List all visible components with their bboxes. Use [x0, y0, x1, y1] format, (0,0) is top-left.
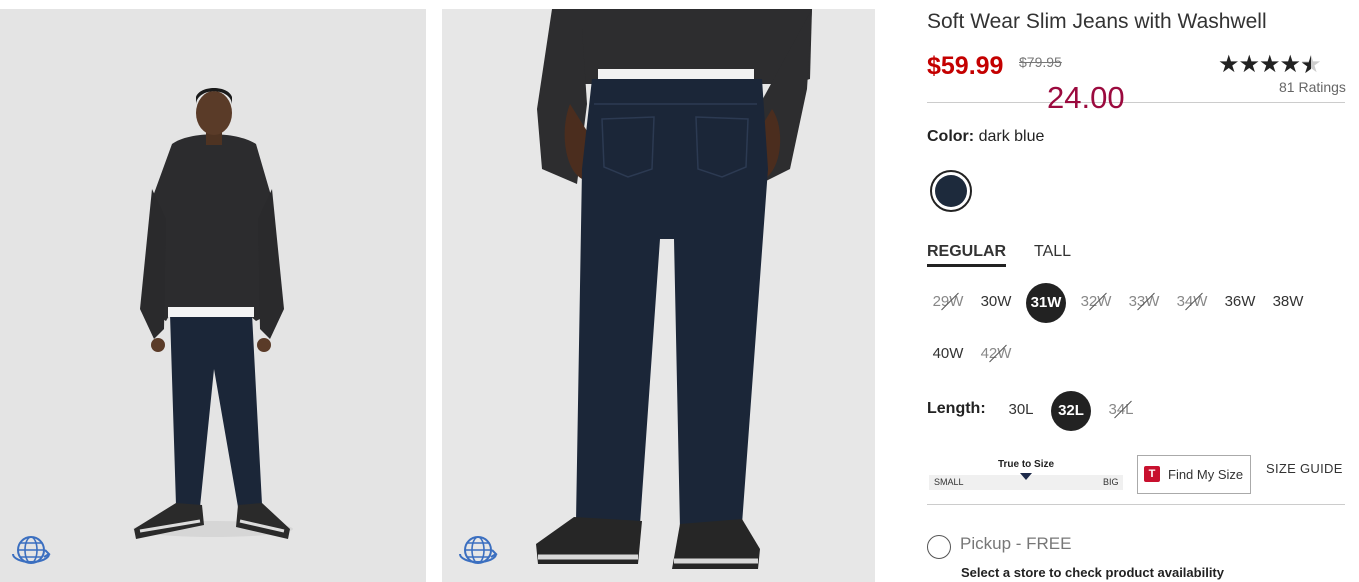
size-option-40w[interactable]: 40W: [928, 334, 968, 374]
length-option-34l[interactable]: 34L: [1101, 390, 1141, 430]
pickup-radio[interactable]: [927, 535, 951, 559]
size-option-34w[interactable]: 34W: [1172, 282, 1212, 322]
half-star-icon: ★: [1300, 51, 1321, 78]
length-option-32l[interactable]: 32L: [1051, 391, 1091, 431]
size-guide-link[interactable]: SIZE GUIDE: [1266, 461, 1343, 476]
fit-meter-min: SMALL: [934, 477, 964, 487]
divider: [927, 102, 1345, 103]
length-label: Length:: [927, 400, 986, 417]
star-rating[interactable]: ★★★★★: [1218, 50, 1322, 79]
size-option-31w[interactable]: 31W: [1026, 283, 1066, 323]
fit-indicator-icon: [1020, 473, 1032, 480]
star-icon: ★: [1218, 51, 1239, 78]
color-label: Color: dark blue: [927, 128, 1045, 145]
product-title: Soft Wear Slim Jeans with Washwell: [927, 10, 1267, 33]
color-value: dark blue: [978, 128, 1045, 145]
size-option-30w[interactable]: 30W: [976, 282, 1016, 322]
find-my-size-label: Find My Size: [1168, 467, 1244, 482]
star-icon: ★: [1238, 51, 1260, 78]
tab-tall[interactable]: TALL: [1034, 243, 1071, 261]
sale-price: $59.99: [927, 52, 1004, 80]
pickup-label[interactable]: Pickup - FREE: [960, 534, 1071, 554]
fit-meter-label: True to Size: [997, 459, 1055, 470]
color-swatch-dark-blue[interactable]: [930, 170, 972, 212]
find-my-size-button[interactable]: T Find My Size: [1137, 455, 1251, 494]
size-option-38w[interactable]: 38W: [1268, 282, 1308, 322]
price-overlay-text: 24.00: [1047, 80, 1125, 115]
fit-meter-max: BIG: [1103, 477, 1119, 487]
ratings-count[interactable]: 81 Ratings: [1279, 79, 1346, 95]
tab-regular[interactable]: REGULAR: [927, 243, 1007, 267]
select-store-prompt[interactable]: Select a store to check product availabi…: [961, 565, 1224, 580]
size-option-32w[interactable]: 32W: [1076, 282, 1116, 322]
size-option-33w[interactable]: 33W: [1124, 282, 1164, 322]
size-option-42w[interactable]: 42W: [976, 334, 1016, 374]
original-price: $79.95: [1019, 54, 1062, 70]
rotate-360-icon[interactable]: [456, 528, 500, 572]
size-option-29w[interactable]: 29W: [928, 282, 968, 322]
rotate-360-icon[interactable]: [9, 528, 53, 572]
divider: [927, 504, 1345, 505]
star-icon: ★: [1259, 51, 1280, 78]
product-image-front[interactable]: [0, 9, 426, 582]
find-my-size-icon: T: [1144, 466, 1160, 482]
size-option-36w[interactable]: 36W: [1220, 282, 1260, 322]
fit-meter: True to Size SMALL BIG: [927, 457, 1125, 491]
star-icon: ★: [1279, 51, 1301, 78]
product-image-back[interactable]: [442, 9, 875, 582]
length-option-30l[interactable]: 30L: [1001, 390, 1041, 430]
